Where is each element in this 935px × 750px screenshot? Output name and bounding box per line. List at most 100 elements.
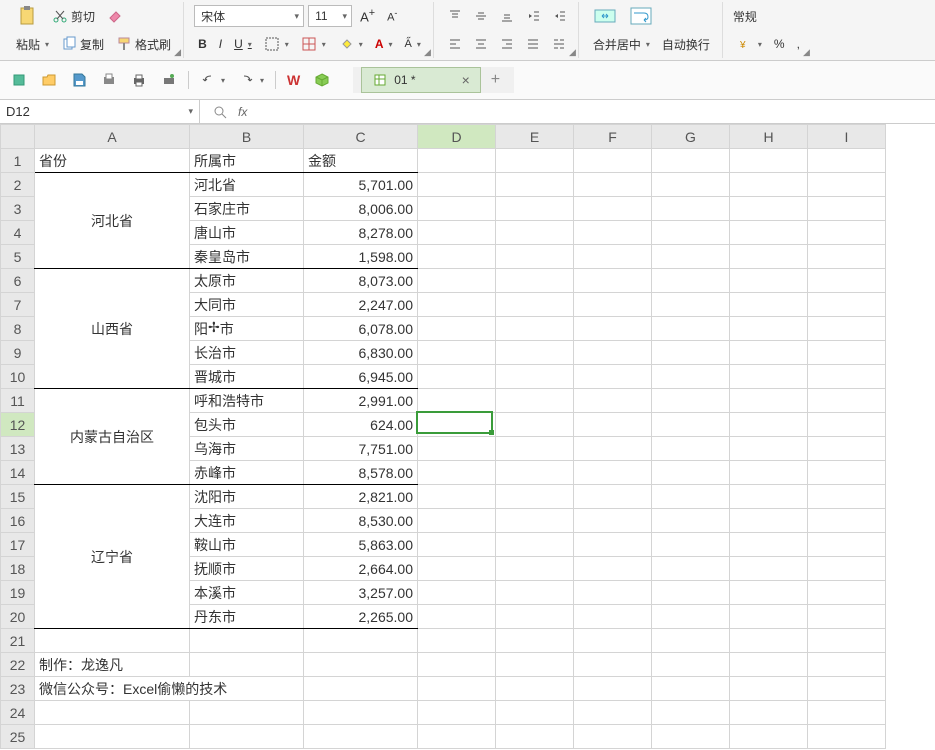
cell-province[interactable]: 内蒙古自治区 — [35, 389, 190, 485]
cell-amount[interactable]: 2,821.00 — [304, 485, 418, 509]
cell[interactable] — [418, 581, 496, 605]
cell[interactable] — [730, 725, 808, 749]
cell[interactable] — [652, 365, 730, 389]
cell[interactable] — [652, 149, 730, 173]
cell[interactable] — [652, 293, 730, 317]
cell[interactable] — [730, 341, 808, 365]
cell[interactable] — [808, 461, 886, 485]
cell[interactable] — [730, 413, 808, 437]
cell-city[interactable]: 赤峰市 — [190, 461, 304, 485]
row-header-23[interactable]: 23 — [1, 677, 35, 701]
align-center-button[interactable] — [470, 35, 492, 53]
cell[interactable] — [808, 509, 886, 533]
cell[interactable] — [652, 653, 730, 677]
cell[interactable] — [574, 557, 652, 581]
cell-amount[interactable]: 3,257.00 — [304, 581, 418, 605]
cell[interactable] — [496, 293, 574, 317]
cell[interactable] — [574, 221, 652, 245]
cell[interactable] — [730, 605, 808, 629]
cell-city[interactable]: 包头市 — [190, 413, 304, 437]
indent-dec-button[interactable] — [522, 7, 544, 25]
cell[interactable] — [304, 653, 418, 677]
home-button[interactable] — [8, 69, 30, 91]
cell[interactable] — [652, 269, 730, 293]
cell[interactable] — [418, 149, 496, 173]
cell-province[interactable]: 河北省 — [35, 173, 190, 269]
cell[interactable] — [730, 557, 808, 581]
cell-amount[interactable]: 624.00 — [304, 413, 418, 437]
cell[interactable] — [652, 389, 730, 413]
cell-amount[interactable]: 2,991.00 — [304, 389, 418, 413]
cell[interactable] — [496, 221, 574, 245]
cell-city[interactable]: 呼和浩特市 — [190, 389, 304, 413]
cell[interactable] — [652, 533, 730, 557]
cell[interactable] — [808, 557, 886, 581]
bold-button[interactable]: B — [194, 35, 211, 53]
cell[interactable]: 省份 — [35, 149, 190, 173]
cell[interactable] — [652, 437, 730, 461]
select-all-corner[interactable] — [1, 125, 35, 149]
row-header-13[interactable]: 13 — [1, 437, 35, 461]
cell[interactable] — [808, 533, 886, 557]
cell-city[interactable]: 本溪市 — [190, 581, 304, 605]
cell[interactable] — [808, 221, 886, 245]
cell[interactable] — [574, 245, 652, 269]
row-header-8[interactable]: 8 — [1, 317, 35, 341]
cell[interactable] — [418, 533, 496, 557]
cell[interactable] — [574, 509, 652, 533]
cell[interactable] — [418, 509, 496, 533]
merge-center-button[interactable] — [589, 2, 621, 30]
cell[interactable] — [418, 629, 496, 653]
row-header-3[interactable]: 3 — [1, 197, 35, 221]
cell[interactable] — [574, 197, 652, 221]
cell[interactable] — [808, 389, 886, 413]
eraser-button[interactable] — [103, 6, 127, 26]
close-tab-button[interactable]: × — [462, 72, 470, 88]
cell[interactable] — [730, 509, 808, 533]
merge-label[interactable]: 合并居中▾ — [589, 34, 654, 55]
cell-amount[interactable]: 8,278.00 — [304, 221, 418, 245]
cell[interactable] — [574, 365, 652, 389]
align-dist-button[interactable] — [548, 35, 570, 53]
align-middle-button[interactable] — [470, 7, 492, 25]
underline-button[interactable]: U▾ — [230, 35, 256, 53]
cell-amount[interactable]: 6,078.00 — [304, 317, 418, 341]
new-tab-button[interactable]: + — [481, 67, 510, 93]
row-header-11[interactable]: 11 — [1, 389, 35, 413]
row-header-5[interactable]: 5 — [1, 245, 35, 269]
col-header-A[interactable]: A — [35, 125, 190, 149]
row-header-14[interactable]: 14 — [1, 461, 35, 485]
shrink-font-button[interactable]: A- — [383, 6, 401, 26]
cell-province[interactable]: 山西省 — [35, 269, 190, 389]
cell[interactable] — [730, 581, 808, 605]
row-header-18[interactable]: 18 — [1, 557, 35, 581]
cell[interactable]: 金额 — [304, 149, 418, 173]
cell[interactable] — [496, 677, 574, 701]
cell[interactable] — [730, 437, 808, 461]
grow-font-button[interactable]: A+ — [356, 5, 379, 26]
cell[interactable] — [652, 461, 730, 485]
cell[interactable] — [730, 485, 808, 509]
align-bottom-button[interactable] — [496, 7, 518, 25]
row-header-24[interactable]: 24 — [1, 701, 35, 725]
cell[interactable] — [808, 293, 886, 317]
cell[interactable] — [652, 509, 730, 533]
cell[interactable] — [730, 365, 808, 389]
cell[interactable] — [652, 221, 730, 245]
cell[interactable] — [418, 341, 496, 365]
cell[interactable] — [808, 269, 886, 293]
cell[interactable] — [418, 197, 496, 221]
cell[interactable] — [496, 509, 574, 533]
cell[interactable] — [496, 149, 574, 173]
cell-city[interactable]: 丹东市 — [190, 605, 304, 629]
cell[interactable] — [808, 173, 886, 197]
cell[interactable] — [808, 581, 886, 605]
row-header-21[interactable]: 21 — [1, 629, 35, 653]
cell-city[interactable]: 大同市 — [190, 293, 304, 317]
save-button[interactable] — [68, 69, 90, 91]
cell[interactable] — [730, 389, 808, 413]
cell[interactable] — [496, 533, 574, 557]
cell[interactable] — [730, 317, 808, 341]
cell[interactable] — [35, 701, 190, 725]
cell-amount[interactable]: 6,945.00 — [304, 365, 418, 389]
